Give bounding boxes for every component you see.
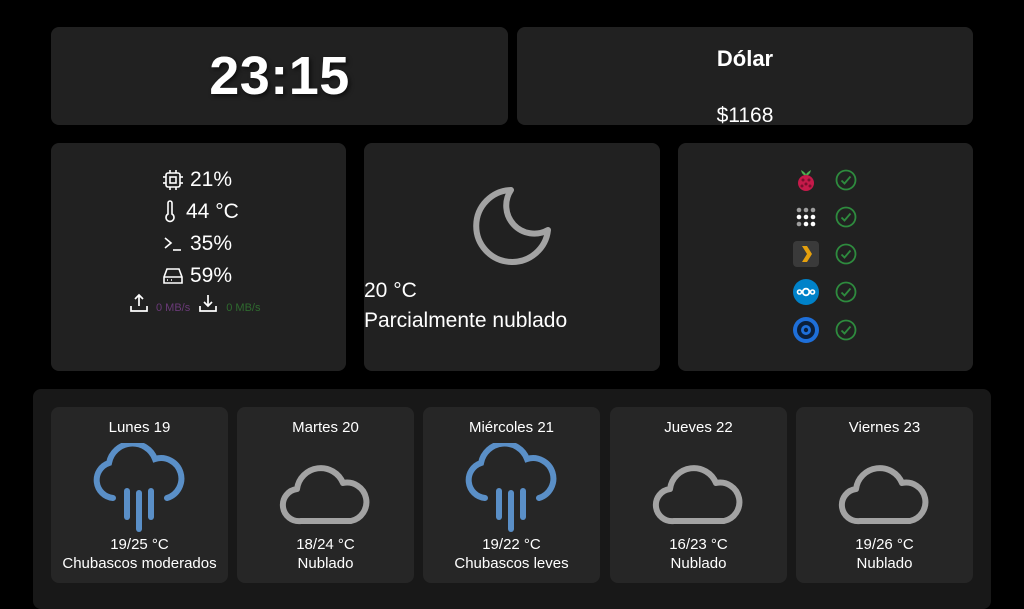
clock-card: 23:15 xyxy=(51,27,508,125)
forecast-description: Nublado xyxy=(297,555,354,572)
check-icon xyxy=(835,206,857,228)
cloud-icon xyxy=(279,465,370,525)
temperature-stat: 44 °C xyxy=(162,197,239,227)
forecast-temperature: 19/26 °C xyxy=(855,536,914,553)
forecast-day-name: Lunes 19 xyxy=(108,419,171,436)
disk-value: 59% xyxy=(190,264,233,287)
terminal-icon xyxy=(164,237,181,251)
download-icon xyxy=(199,295,218,312)
current-description: Parcialmente nublado xyxy=(364,309,568,332)
service-row xyxy=(792,166,858,194)
moon-icon xyxy=(473,187,551,265)
raspberry-icon xyxy=(798,170,814,191)
dollar-title: Dólar xyxy=(716,46,774,71)
service-row xyxy=(792,240,858,268)
upload-icon xyxy=(130,293,148,312)
forecast-day-name: Viernes 23 xyxy=(848,419,921,436)
memory-stat: 35% xyxy=(162,229,232,259)
forecast-day-card: Lunes 19 19/25 °C Chubascos moderados xyxy=(51,407,228,583)
check-icon xyxy=(835,281,857,303)
forecast-day-name: Martes 20 xyxy=(292,419,359,436)
forecast-description: Nublado xyxy=(670,555,727,572)
forecast-temperature: 16/23 °C xyxy=(669,536,728,553)
thermometer-icon xyxy=(165,200,175,223)
dollar-card: Dólar $1168 xyxy=(517,27,973,127)
forecast-temperature: 18/24 °C xyxy=(296,536,355,553)
service-row xyxy=(792,316,858,344)
temperature-value: 44 °C xyxy=(186,200,239,223)
plex-icon xyxy=(793,241,819,267)
forecast-description: Nublado xyxy=(856,555,913,572)
cloud-icon xyxy=(652,465,743,525)
check-icon xyxy=(835,243,857,265)
cpu-icon xyxy=(163,170,183,190)
service-row xyxy=(792,203,858,231)
hard-drive-icon xyxy=(163,268,183,284)
download-value: 0 MB/s xyxy=(226,302,261,314)
forecast-day-name: Miércoles 21 xyxy=(468,419,555,436)
network-stats: 0 MB/s 0 MB/s xyxy=(128,292,260,314)
disc-icon xyxy=(793,317,819,343)
dollar-value: $1168 xyxy=(716,104,774,127)
cpu-stat: 21% xyxy=(162,165,232,195)
forecast-description: Chubascos leves xyxy=(454,555,569,572)
disk-stat: 59% xyxy=(162,261,232,291)
nextcloud-icon xyxy=(793,279,819,305)
check-icon xyxy=(835,169,857,191)
forecast-description: Chubascos moderados xyxy=(62,555,217,572)
forecast-temperature: 19/22 °C xyxy=(482,536,541,553)
cpu-value: 21% xyxy=(190,168,233,191)
forecast-day-card: Miércoles 21 19/22 °C Chubascos leves xyxy=(423,407,600,583)
rain-icon xyxy=(93,443,185,532)
forecast-day-card: Martes 20 18/24 °C Nublado xyxy=(237,407,414,583)
forecast-temperature: 19/25 °C xyxy=(110,536,169,553)
forecast-day-name: Jueves 22 xyxy=(664,419,733,436)
current-temperature: 20 °C xyxy=(364,279,417,302)
memory-value: 35% xyxy=(190,232,233,255)
check-icon xyxy=(835,319,857,341)
dots-grid-icon xyxy=(796,207,816,227)
rain-icon xyxy=(465,443,557,532)
cloud-icon xyxy=(838,465,929,525)
forecast-day-card: Viernes 23 19/26 °C Nublado xyxy=(796,407,973,583)
forecast-day-card: Jueves 22 16/23 °C Nublado xyxy=(610,407,787,583)
upload-value: 0 MB/s xyxy=(156,302,191,314)
clock-time: 23:15 xyxy=(209,46,350,106)
service-row xyxy=(792,278,858,306)
